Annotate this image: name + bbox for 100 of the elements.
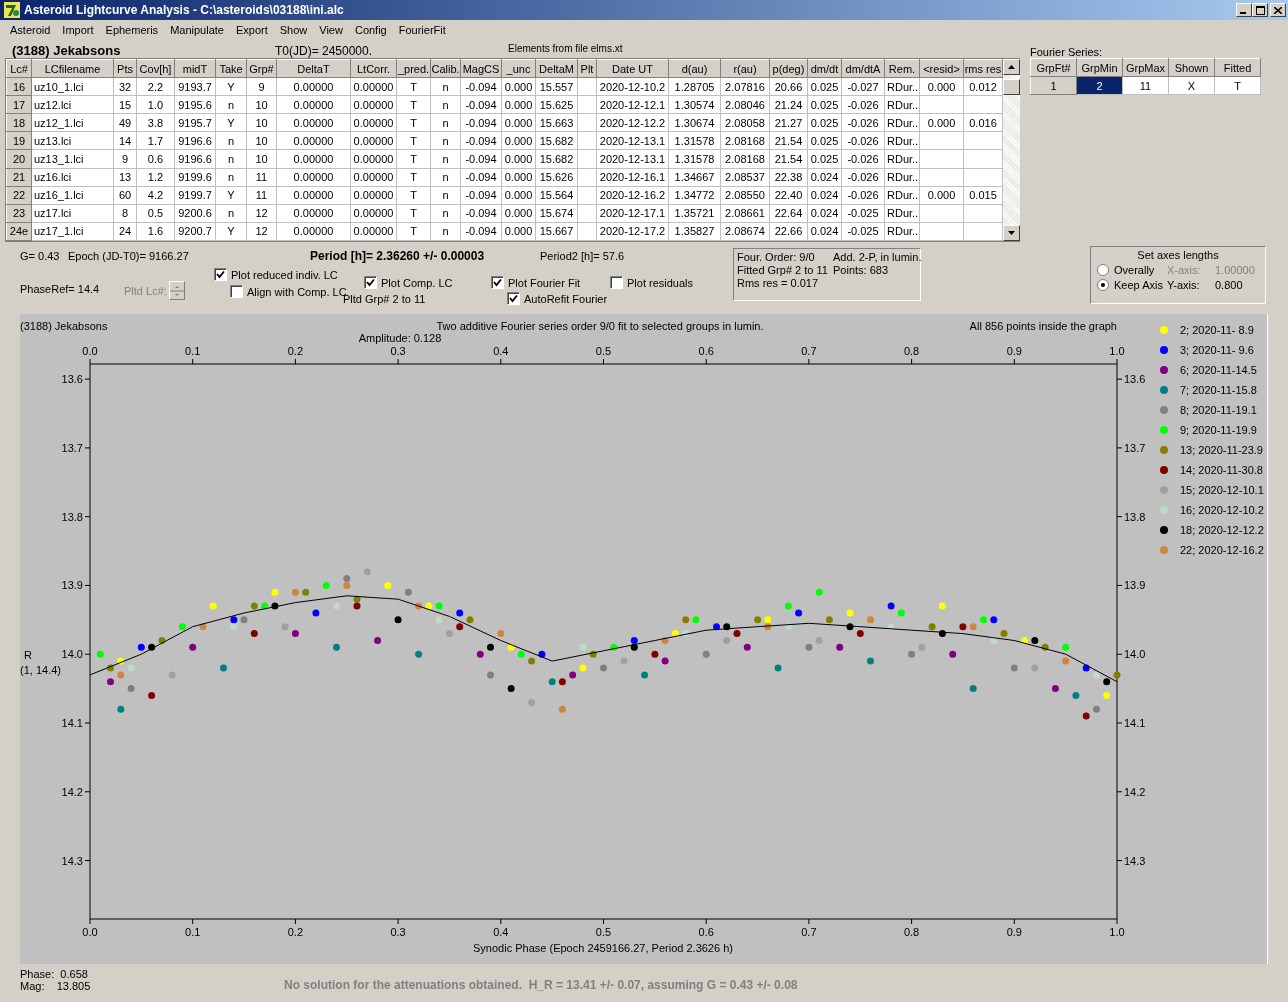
column-header[interactable]: dm/dtA: [841, 59, 885, 78]
spinner-label: Pltd Lc#:: [124, 284, 167, 297]
tick-label: 0.7: [801, 926, 817, 938]
tick-label: 1.0: [1109, 345, 1125, 357]
column-header[interactable]: Date UT: [596, 59, 669, 78]
column-header[interactable]: Lc#: [6, 59, 32, 78]
phase-readout: Phase: 0.658: [20, 968, 89, 980]
column-header[interactable]: Calib.: [430, 59, 461, 78]
column-header[interactable]: r(au): [720, 59, 770, 78]
tick-label: 0.6: [698, 345, 714, 357]
tick-label: 0.5: [595, 926, 612, 938]
checkbox-label: AutoRefit Fourier: [524, 292, 608, 305]
amplitude-label: Amplitude: 0.128: [358, 332, 442, 344]
column-header[interactable]: dm/dt: [807, 59, 842, 78]
fit-summary-text: Add. 2-P, in lumin.: [833, 251, 922, 263]
tick-label: 0.3: [390, 926, 406, 938]
window-title: Asteroid Lightcurve Analysis - C:\asteroids\03188\ini.alc: [24, 3, 344, 17]
column-header[interactable]: LtCorr.: [350, 59, 397, 78]
column-header[interactable]: DeltaM: [535, 59, 578, 78]
legend-label: 3; 2020-11- 9.6: [1180, 344, 1254, 356]
fit-summary-text: Fitted Grp# 2 to 11: [737, 264, 829, 276]
menu-item[interactable]: Export: [229, 23, 274, 36]
column-header[interactable]: DeltaT: [276, 59, 351, 78]
column-header[interactable]: Take: [215, 59, 247, 78]
legend-label: 9; 2020-11-19.9: [1180, 424, 1257, 436]
column-header[interactable]: d(au): [668, 59, 721, 78]
menu-item[interactable]: View: [313, 23, 349, 36]
legend-label: 14; 2020-11-30.8: [1180, 464, 1263, 476]
y-axis-note: (1, 14.4): [20, 664, 61, 676]
t0-label: T0(JD)= 2450000.: [275, 44, 374, 58]
g-value: G= 0.43: [20, 250, 61, 262]
epoch-value: Epoch (JD-T0)= 9166.27: [68, 250, 190, 262]
tick-label: 13.9: [1124, 579, 1146, 592]
section-label: Fourier Series:: [1030, 45, 1104, 58]
tick-label: 14.3: [1124, 854, 1146, 867]
tick-label: 14.0: [1124, 648, 1146, 661]
legend-label: 18; 2020-12-12.2: [1180, 524, 1264, 536]
menu-item[interactable]: Asteroid: [4, 23, 57, 36]
menu-item[interactable]: FourierFit: [392, 23, 452, 36]
tick-label: 0.8: [903, 345, 920, 357]
tick-label: 13.6: [1124, 373, 1146, 386]
column-header[interactable]: _unc: [501, 59, 536, 78]
group-title: Set axes lengths: [1136, 249, 1220, 261]
column-header[interactable]: rms res: [963, 59, 1003, 78]
magnitude-readout: Mag: 13.805: [20, 980, 92, 992]
tick-label: 14.2: [1124, 785, 1146, 798]
period-value: Period [h]= 2.36260 +/- 0.00003: [310, 249, 486, 263]
column-header[interactable]: p(deg): [769, 59, 808, 78]
column-header[interactable]: Cov[h]: [136, 59, 175, 78]
column-header[interactable]: midT: [174, 59, 216, 78]
menu-item[interactable]: Import: [56, 23, 100, 36]
tick-label: 13.9: [61, 579, 83, 592]
tick-label: 0.2: [287, 926, 304, 938]
fit-summary-text: Four. Order: 9/0: [737, 251, 816, 263]
menu-item[interactable]: Manipulate: [164, 23, 230, 36]
legend-label: 13; 2020-11-23.9: [1180, 444, 1263, 456]
tick-label: 13.7: [61, 441, 83, 454]
axis-label: Y-axis:: [1167, 279, 1201, 291]
phase-ref-value: PhaseRef= 14.4: [20, 283, 100, 295]
menu-item[interactable]: Config: [348, 23, 393, 36]
legend-label: 7; 2020-11-15.8: [1180, 384, 1257, 396]
status-message: No solution for the attenuations obtained. H_R = 13.41 +/- 0.07, assuming G = 0.43 +/- 0.08: [284, 978, 798, 992]
column-header[interactable]: GrpMax: [1122, 58, 1169, 77]
tick-label: 0.9: [1006, 345, 1022, 357]
tick-label: 0.5: [595, 345, 612, 357]
tick-label: 0.9: [1006, 926, 1022, 938]
column-header[interactable]: Pts: [113, 59, 137, 78]
legend-label: 2; 2020-11- 8.9: [1180, 324, 1254, 336]
tick-label: 0.7: [801, 345, 817, 357]
column-header[interactable]: MagCS: [460, 59, 502, 78]
column-header[interactable]: _pred.: [396, 59, 431, 78]
tick-label: 14.0: [61, 648, 83, 661]
tick-label: 1.0: [1109, 926, 1125, 938]
tick-label: 0.1: [185, 926, 201, 938]
tick-label: 13.8: [1124, 510, 1146, 523]
object-name: (3188) Jekabsons: [12, 43, 122, 58]
column-header[interactable]: GrpMin: [1076, 58, 1123, 77]
column-header[interactable]: Plt: [577, 59, 597, 78]
column-header[interactable]: Grp#: [246, 59, 277, 78]
checkbox-label: Plot residuals: [627, 276, 694, 289]
y-axis-title: R: [24, 649, 32, 661]
tick-label: 13.7: [1124, 441, 1146, 454]
column-header[interactable]: Fitted: [1214, 58, 1261, 77]
column-header[interactable]: LCfilename: [31, 59, 114, 78]
radio-label: Keep Axis: [1114, 279, 1163, 291]
elements-note: Elements from file elms.xt: [508, 43, 623, 54]
tick-label: 0.2: [287, 345, 304, 357]
column-header[interactable]: Shown: [1168, 58, 1215, 77]
tick-label: 0.6: [698, 926, 714, 938]
column-header[interactable]: <resid>: [919, 59, 964, 78]
axis-label: X-axis:: [1167, 264, 1202, 276]
menu-item[interactable]: Ephemeris: [99, 23, 165, 36]
menu-item[interactable]: Show: [273, 23, 314, 36]
legend-label: 16; 2020-12-10.2: [1180, 504, 1264, 516]
tick-label: 13.8: [61, 510, 83, 523]
tick-label: 14.1: [61, 717, 83, 729]
column-header[interactable]: GrpFt#: [1030, 58, 1077, 77]
column-header[interactable]: Rem.: [884, 59, 920, 78]
period2-value: Period2 [h]= 57.6: [540, 250, 625, 262]
tick-label: 0.4: [493, 345, 509, 357]
